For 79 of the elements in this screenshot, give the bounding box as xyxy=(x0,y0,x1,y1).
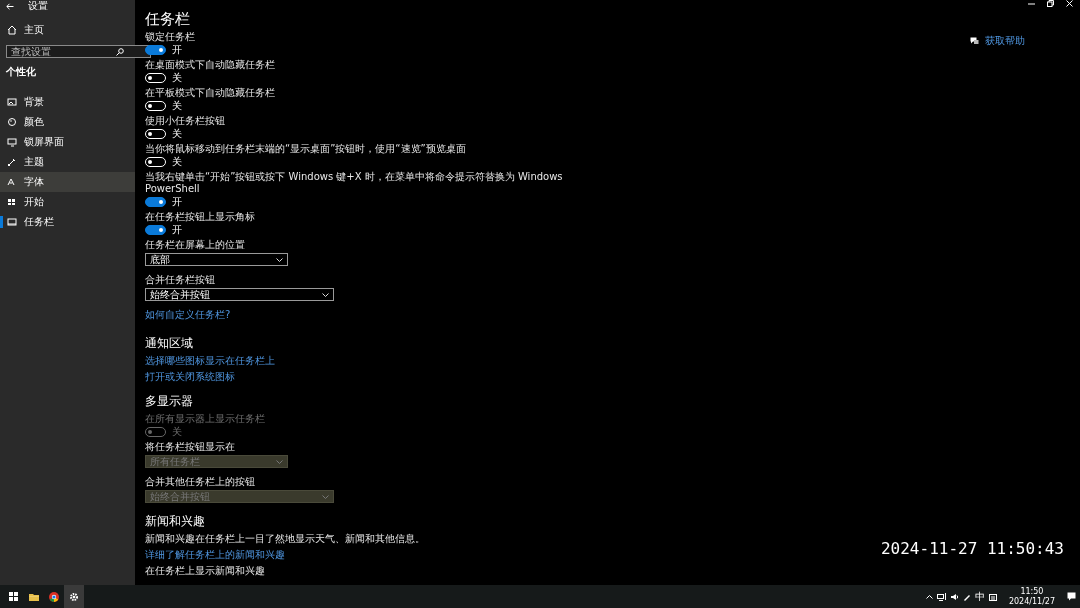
back-arrow-icon[interactable] xyxy=(6,2,14,10)
chrome-icon[interactable] xyxy=(49,591,59,602)
help-link[interactable]: 详细了解任务栏上的新闻和兴趣 xyxy=(145,549,285,561)
setting-label: 在任务栏按钮上显示角标 xyxy=(145,211,256,223)
speaker-icon[interactable] xyxy=(949,592,959,601)
toggle-state: 开 xyxy=(172,194,182,209)
keyboard-icon[interactable] xyxy=(988,592,997,601)
setting-label: 在平板模式下自动隐藏任务栏 xyxy=(145,87,276,99)
notification-icon[interactable] xyxy=(1067,592,1076,601)
folder-icon[interactable] xyxy=(29,591,39,602)
chat-bubble-icon xyxy=(970,37,979,45)
dropdown-label: 将任务栏按钮显示在 xyxy=(145,441,236,453)
dropdown[interactable]: 底部 xyxy=(145,253,288,266)
home-icon xyxy=(7,25,17,35)
brush-icon xyxy=(7,157,17,167)
dropdown-label: 任务栏在屏幕上的位置 xyxy=(145,239,246,251)
window-title: 设置 xyxy=(28,0,48,13)
input-method-indicator[interactable]: 中 xyxy=(974,589,985,604)
palette-icon xyxy=(7,117,17,127)
search-field[interactable]: 查找设置 xyxy=(6,45,151,58)
taskbar-icon xyxy=(7,217,17,227)
toggle-state: 关 xyxy=(172,424,182,439)
minimize-icon[interactable] xyxy=(1028,0,1035,7)
help-link[interactable]: 选择哪些图标显示在任务栏上 xyxy=(145,355,275,367)
toggle-state: 开 xyxy=(172,42,182,57)
toggle-state: 关 xyxy=(172,98,182,113)
toggle-switch[interactable] xyxy=(145,196,166,207)
toggle-state: 开 xyxy=(172,222,182,237)
description-text: 新闻和兴趣在任务栏上一目了然地显示天气、新闻和其他信息。 xyxy=(145,533,425,545)
setting-label: 在桌面模式下自动隐藏任务栏 xyxy=(145,59,276,71)
toggle-state: 关 xyxy=(172,70,182,85)
grid-icon xyxy=(7,197,17,207)
help-link[interactable]: 打开或关闭系统图标 xyxy=(145,371,235,383)
windows-icon[interactable] xyxy=(9,591,19,602)
page-title: 任务栏 xyxy=(145,10,191,28)
section-heading: 多显示器 xyxy=(145,393,193,409)
toggle-state: 关 xyxy=(172,154,182,169)
dropdown-label: 合并任务栏按钮 xyxy=(145,274,216,286)
restore-icon[interactable] xyxy=(1047,0,1054,7)
dropdown-label: 合并其他任务栏上的按钮 xyxy=(145,476,256,488)
chevron-down-icon xyxy=(322,494,329,499)
chevron-down-icon xyxy=(276,257,283,262)
toggle-switch[interactable] xyxy=(145,44,166,55)
timestamp-overlay: 2024-11-27 11:50:43 xyxy=(880,539,1064,558)
setting-label: 在所有显示器上显示任务栏 xyxy=(145,413,266,425)
search-icon xyxy=(116,47,124,56)
sidebar-item[interactable]: 开始 xyxy=(0,192,135,212)
pen-icon[interactable] xyxy=(962,592,971,601)
help-link[interactable]: 如何自定义任务栏? xyxy=(145,309,231,321)
clock-time[interactable]: 11:50 xyxy=(1020,586,1044,597)
font-icon xyxy=(7,177,17,187)
chevron-down-icon xyxy=(276,459,283,464)
monitor-icon xyxy=(7,137,17,147)
section-heading: 通知区域 xyxy=(145,335,193,351)
get-help-link[interactable]: 获取帮助 xyxy=(985,35,1025,47)
sidebar-item[interactable]: 任务栏 xyxy=(0,212,135,232)
setting-label: 当你将鼠标移动到任务栏末端的“显示桌面”按钮时，使用“速览”预览桌面 xyxy=(145,143,467,155)
setting-label: 当我右键单击“开始”按钮或按下 Windows 键+X 时，在菜单中将命令提示符替换为 Windows PowerShell xyxy=(145,171,564,195)
chevron-down-icon xyxy=(322,292,329,297)
toggle-switch[interactable] xyxy=(145,224,166,235)
gear-icon[interactable] xyxy=(69,591,79,602)
sidebar-item[interactable]: 字体 xyxy=(0,172,135,192)
sidebar-item[interactable]: 颜色 xyxy=(0,112,135,132)
description-text: 在任务栏上显示新闻和兴趣 xyxy=(145,565,265,577)
chevron-up-icon[interactable] xyxy=(925,594,933,599)
sidebar-item[interactable]: 背景 xyxy=(0,92,135,112)
setting-label: 使用小任务栏按钮 xyxy=(145,115,226,127)
clock-date[interactable]: 2024/11/27 xyxy=(1008,596,1055,607)
picture-icon xyxy=(7,97,17,107)
dropdown[interactable]: 始终合并按钮 xyxy=(145,288,334,301)
section-heading: 新闻和兴趣 xyxy=(145,513,205,529)
network-icon[interactable] xyxy=(936,592,946,601)
sidebar-item[interactable]: 锁屏界面 xyxy=(0,132,135,152)
section-title: 个性化 xyxy=(5,65,37,79)
home-nav-item[interactable]: 主页 xyxy=(0,20,135,40)
close-icon[interactable] xyxy=(1066,0,1073,7)
toggle-state: 关 xyxy=(172,126,182,141)
sidebar-item[interactable]: 主题 xyxy=(0,152,135,172)
setting-label: 锁定任务栏 xyxy=(145,31,196,43)
